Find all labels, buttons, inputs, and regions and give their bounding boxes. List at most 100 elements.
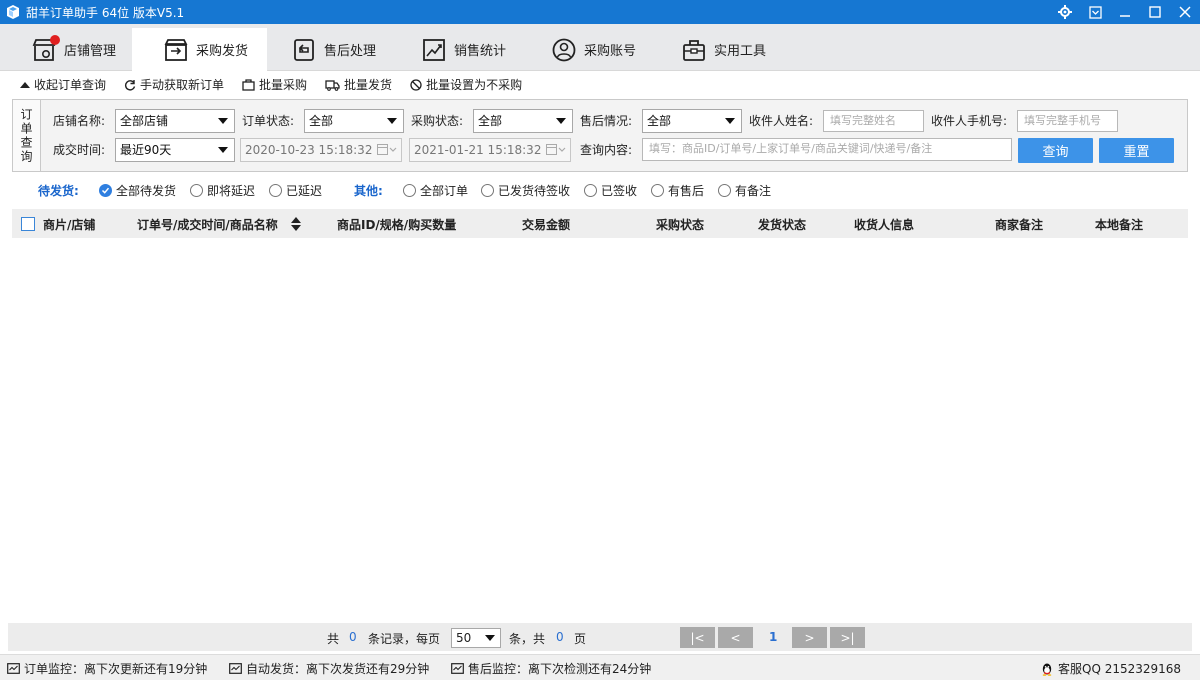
- purchase-status-select[interactable]: 全部: [473, 109, 573, 133]
- radio-pending-soon-delay[interactable]: 即将延迟: [190, 182, 255, 199]
- close-icon[interactable]: [1170, 0, 1200, 24]
- radio-all-orders[interactable]: 全部订单: [403, 182, 468, 199]
- aftersale-select[interactable]: 全部: [642, 109, 742, 133]
- radio-pending-all[interactable]: 全部待发货: [99, 182, 176, 199]
- order-monitor-text: 订单监控：离下次更新还有19分钟: [24, 662, 208, 676]
- radio-empty-icon: [584, 184, 597, 197]
- col-header-amount: 交易金额: [522, 218, 571, 232]
- store-select[interactable]: 全部店铺: [115, 109, 235, 133]
- radio-has-aftersale[interactable]: 有售后: [651, 182, 704, 199]
- bag-icon: [242, 78, 255, 91]
- page-size-select[interactable]: 50: [451, 628, 501, 648]
- calendar-icon: [546, 144, 566, 156]
- notification-dot: [50, 34, 60, 45]
- radio-label: 有备注: [735, 184, 772, 198]
- fetch-orders-label: 手动获取新订单: [140, 78, 225, 92]
- fetch-orders-button[interactable]: 手动获取新订单: [124, 76, 224, 93]
- col-header-purchase-status: 采购状态: [656, 218, 705, 232]
- tab-store-management[interactable]: 店铺管理: [0, 28, 132, 71]
- tab-label: 实用工具: [714, 44, 767, 59]
- collapse-query-button[interactable]: 收起订单查询: [20, 76, 106, 93]
- reset-button[interactable]: 重置: [1099, 138, 1174, 163]
- return-icon: [290, 36, 318, 64]
- prev-page-button[interactable]: <: [718, 627, 753, 648]
- order-status-label: 订单状态:: [242, 114, 295, 128]
- last-page-button[interactable]: >|: [830, 627, 865, 648]
- status-bar: 订单监控：离下次更新还有19分钟 自动发货：离下次发货还有29分钟 售后监控：离…: [0, 654, 1200, 680]
- settings-icon[interactable]: [1050, 0, 1080, 24]
- deal-time-label: 成交时间:: [53, 143, 106, 157]
- batch-purchase-button[interactable]: 批量采购: [242, 76, 307, 93]
- radio-has-note[interactable]: 有备注: [718, 182, 771, 199]
- radio-label: 全部订单: [420, 184, 469, 198]
- purchase-ship-icon: [162, 36, 190, 64]
- tab-aftersale[interactable]: 售后处理: [260, 28, 390, 71]
- content-search-placeholder: 填写：商品ID/订单号/上家订单号/商品关键词/快递号/备注: [649, 142, 933, 155]
- order-status-select[interactable]: 全部: [304, 109, 404, 133]
- page-size-value: 50: [456, 631, 472, 645]
- tab-utility-tools[interactable]: 实用工具: [650, 28, 780, 71]
- select-all-checkbox[interactable]: [21, 217, 35, 231]
- pending-filter-title: 待发货:: [38, 184, 79, 198]
- date-from-picker[interactable]: 2020-10-23 15:18:32: [240, 138, 402, 162]
- radio-empty-icon: [403, 184, 416, 197]
- date-to-value: 2021-01-21 15:18:32: [414, 143, 542, 157]
- tab-sales-stats[interactable]: 销售统计: [390, 28, 520, 71]
- qq-penguin-icon: [1042, 663, 1052, 676]
- query-side-label: 订单查询: [13, 100, 41, 171]
- other-filter-title: 其他:: [354, 184, 383, 198]
- receiver-phone-input[interactable]: 填写完整手机号: [1017, 110, 1118, 132]
- chevron-down-icon: [218, 118, 228, 124]
- radio-label: 有售后: [668, 184, 705, 198]
- sort-icon[interactable]: [291, 217, 301, 234]
- first-page-button[interactable]: |<: [680, 627, 715, 648]
- page-count: 0: [556, 630, 564, 644]
- receiver-phone-label: 收件人手机号:: [931, 114, 1008, 128]
- tab-label: 店铺管理: [64, 44, 117, 59]
- next-page-button[interactable]: >: [792, 627, 827, 648]
- deal-time-select[interactable]: 最近90天: [115, 138, 235, 162]
- current-page[interactable]: 1: [769, 630, 777, 644]
- pagination-bar: 共 0 条记录，每页 50 条，共 0 页 |< < 1 > >|: [8, 623, 1192, 651]
- radio-empty-icon: [269, 184, 282, 197]
- title-bar: 甜羊订单助手 64位 版本V5.1: [0, 0, 1200, 24]
- batch-no-purchase-button[interactable]: 批量设置为不采购: [410, 76, 522, 93]
- radio-empty-icon: [190, 184, 203, 197]
- search-button[interactable]: 查询: [1018, 138, 1093, 163]
- support-qq[interactable]: 客服QQ 2152329168: [1040, 660, 1181, 677]
- prohibit-icon: [410, 78, 422, 91]
- chevron-down-icon: [485, 635, 495, 641]
- radio-signed[interactable]: 已签收: [584, 182, 637, 199]
- order-status-value: 全部: [309, 114, 334, 128]
- tab-label: 售后处理: [324, 44, 377, 59]
- chart-icon: [420, 36, 448, 64]
- dropdown-menu-icon[interactable]: [1080, 0, 1110, 24]
- batch-no-purchase-label: 批量设置为不采购: [426, 78, 523, 92]
- radio-shipped-unsigned[interactable]: 已发货待签收: [481, 182, 570, 199]
- minimize-icon[interactable]: [1110, 0, 1140, 24]
- col-header-ship-status: 发货状态: [758, 218, 807, 232]
- radio-empty-icon: [481, 184, 494, 197]
- radio-label: 已签收: [601, 184, 638, 198]
- auto-ship-text: 自动发货：离下次发货还有29分钟: [246, 662, 430, 676]
- total-count: 0: [349, 630, 357, 644]
- tab-purchase-ship[interactable]: 采购发货: [132, 28, 267, 71]
- content-label: 查询内容:: [580, 143, 633, 157]
- toolbox-icon: [680, 36, 708, 64]
- tab-purchase-account[interactable]: 采购账号: [520, 28, 650, 71]
- aftersale-label: 售后情况:: [580, 114, 633, 128]
- pages-label: 条，共: [509, 632, 546, 646]
- total-prefix: 共: [327, 632, 340, 646]
- radio-empty-icon: [718, 184, 731, 197]
- col-header-merchant-note: 商家备注: [995, 218, 1044, 232]
- date-to-picker[interactable]: 2021-01-21 15:18:32: [409, 138, 571, 162]
- receiver-name-input[interactable]: 填写完整姓名: [823, 110, 924, 132]
- maximize-icon[interactable]: [1140, 0, 1170, 24]
- batch-ship-button[interactable]: 批量发货: [325, 76, 392, 93]
- radio-pending-delayed[interactable]: 已延迟: [269, 182, 322, 199]
- chevron-down-icon: [218, 147, 228, 153]
- content-search-input[interactable]: 填写：商品ID/订单号/上家订单号/商品关键词/快递号/备注: [642, 138, 1012, 161]
- triangle-up-icon: [20, 81, 30, 88]
- order-table-body: [12, 238, 1188, 621]
- refresh-icon: [125, 79, 136, 90]
